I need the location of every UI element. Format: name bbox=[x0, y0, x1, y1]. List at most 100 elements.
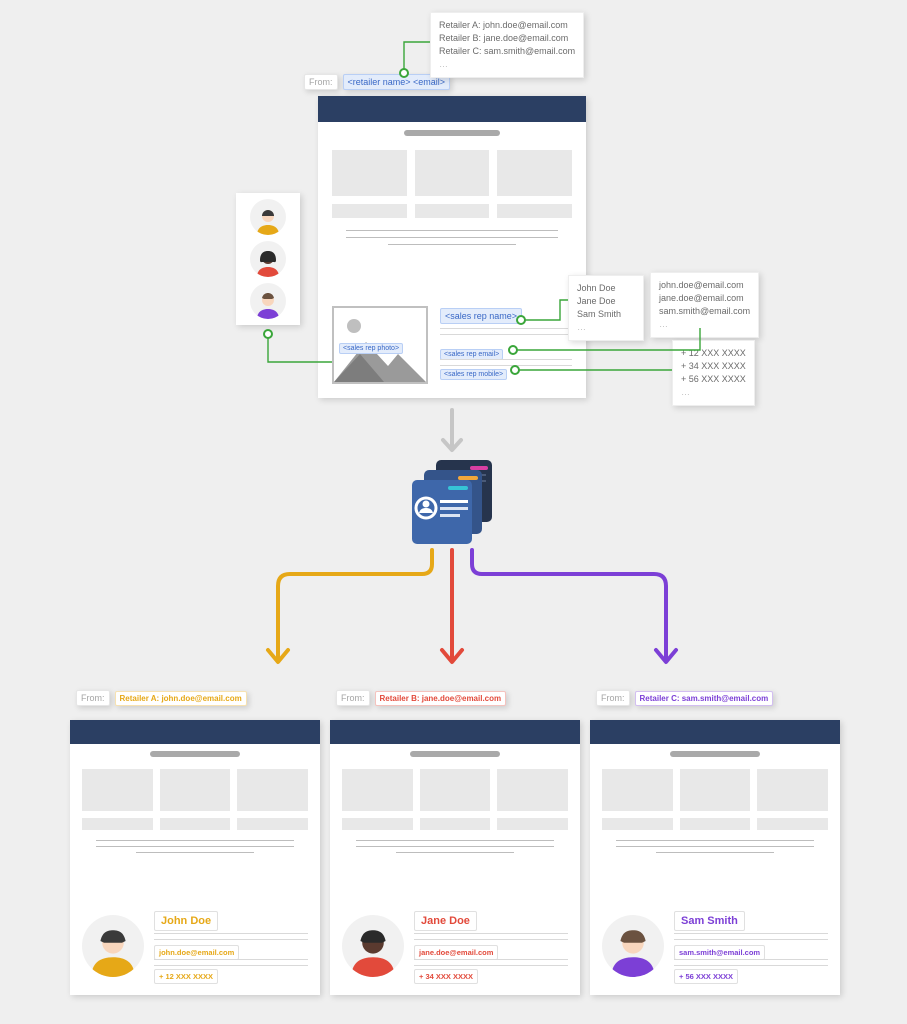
result-mobile: + 12 XXX XXXX bbox=[154, 969, 218, 984]
text-line bbox=[346, 230, 558, 231]
tooltip-line: sam.smith@email.com bbox=[659, 305, 750, 318]
connector-dot bbox=[510, 365, 520, 375]
content-block-sm bbox=[160, 818, 231, 830]
email-header-bar bbox=[590, 720, 840, 744]
tooltip-line: jane.doe@email.com bbox=[659, 292, 750, 305]
content-block bbox=[415, 150, 490, 196]
sig-mobile-token: <sales rep mobile> bbox=[440, 369, 507, 380]
template-from-row: From: <retailer name> <email> bbox=[304, 74, 450, 90]
tooltip-line: Retailer B: jane.doe@email.com bbox=[439, 32, 575, 45]
sig-grey-line bbox=[674, 965, 828, 966]
branch-arrows bbox=[0, 540, 907, 680]
result-from-row: From: Retailer A: john.doe@email.com bbox=[76, 690, 247, 706]
text-line bbox=[346, 237, 558, 238]
content-block-sm bbox=[237, 818, 308, 830]
result-from-row: From: Retailer C: sam.smith@email.com bbox=[596, 690, 773, 706]
content-block-sm bbox=[757, 818, 828, 830]
names-tooltip: John Doe Jane Doe Sam Smith … bbox=[568, 275, 644, 341]
content-block bbox=[757, 769, 828, 811]
content-block bbox=[497, 769, 568, 811]
arrow-down-icon bbox=[440, 408, 464, 454]
email-header-bar bbox=[318, 96, 586, 122]
tooltip-line: John Doe bbox=[577, 282, 635, 295]
content-block-sm bbox=[680, 818, 751, 830]
text-line bbox=[96, 840, 294, 841]
connector-dot bbox=[508, 345, 518, 355]
content-block-sm bbox=[332, 204, 407, 218]
sig-name-token: <sales rep name> bbox=[440, 308, 522, 324]
content-block-sm bbox=[82, 818, 153, 830]
tooltip-line: + 34 XXX XXXX bbox=[681, 360, 746, 373]
text-line bbox=[356, 840, 554, 841]
result-mobile: + 56 XXX XXXX bbox=[674, 969, 738, 984]
sig-grey-line bbox=[414, 933, 568, 934]
photo-token: <sales rep photo> bbox=[339, 343, 403, 354]
result-name: Jane Doe bbox=[414, 911, 477, 931]
content-block bbox=[237, 769, 308, 811]
from-value: Retailer A: john.doe@email.com bbox=[115, 691, 247, 706]
text-line bbox=[616, 840, 814, 841]
email-header-bar bbox=[330, 720, 580, 744]
connector-dot bbox=[399, 68, 409, 78]
content-block-sm bbox=[497, 204, 572, 218]
from-value: Retailer B: jane.doe@email.com bbox=[375, 691, 507, 706]
avatar-stack-card bbox=[236, 193, 300, 325]
content-block bbox=[332, 150, 407, 196]
result-name: Sam Smith bbox=[674, 911, 745, 931]
content-block-sm bbox=[602, 818, 673, 830]
content-block bbox=[602, 769, 673, 811]
sig-grey-line bbox=[154, 933, 308, 934]
text-line bbox=[96, 846, 294, 847]
result-name: John Doe bbox=[154, 911, 218, 931]
result-avatar bbox=[82, 915, 144, 977]
sig-grey-line bbox=[414, 965, 568, 966]
tooltip-line: + 56 XXX XXXX bbox=[681, 373, 746, 386]
sig-grey-line bbox=[154, 939, 308, 940]
content-block bbox=[497, 150, 572, 196]
text-line bbox=[656, 852, 775, 853]
sig-grey-line bbox=[440, 359, 572, 360]
tooltip-ellipsis: … bbox=[577, 321, 635, 334]
tooltip-ellipsis: … bbox=[681, 386, 746, 399]
text-line bbox=[136, 852, 255, 853]
sig-grey-line bbox=[414, 959, 568, 960]
result-avatar bbox=[602, 915, 664, 977]
avatar-purple bbox=[250, 283, 286, 319]
sig-grey-line bbox=[154, 965, 308, 966]
template-email-card: <sales rep photo> <sales rep name> <sale… bbox=[318, 96, 586, 398]
from-value: Retailer C: sam.smith@email.com bbox=[635, 691, 774, 706]
result-email-card: From: Retailer B: jane.doe@email.com bbox=[330, 720, 580, 995]
mobiles-tooltip: + 12 XXX XXXX + 34 XXX XXXX + 56 XXX XXX… bbox=[672, 340, 755, 406]
from-label: From: bbox=[304, 74, 338, 90]
sales-rep-photo-placeholder: <sales rep photo> bbox=[332, 306, 428, 384]
content-block-sm bbox=[415, 204, 490, 218]
from-label: From: bbox=[596, 690, 630, 706]
content-block-sm bbox=[420, 818, 491, 830]
tooltip-line: Retailer A: john.doe@email.com bbox=[439, 19, 575, 32]
sig-grey-line bbox=[440, 334, 572, 335]
sig-grey-line bbox=[440, 328, 572, 329]
text-line bbox=[616, 846, 814, 847]
contact-folders-icon bbox=[408, 458, 498, 549]
sig-grey-line bbox=[674, 959, 828, 960]
result-email-card: From: Retailer A: john.doe@email.com bbox=[70, 720, 320, 995]
tooltip-line: Sam Smith bbox=[577, 308, 635, 321]
result-avatar bbox=[342, 915, 404, 977]
result-email: sam.smith@email.com bbox=[674, 945, 765, 960]
sig-grey-line bbox=[674, 933, 828, 934]
avatar-red bbox=[250, 241, 286, 277]
content-block bbox=[160, 769, 231, 811]
content-block bbox=[342, 769, 413, 811]
emails-tooltip: john.doe@email.com jane.doe@email.com sa… bbox=[650, 272, 759, 338]
tooltip-line: Retailer C: sam.smith@email.com bbox=[439, 45, 575, 58]
tooltip-ellipsis: … bbox=[659, 318, 750, 331]
sig-grey-line bbox=[674, 939, 828, 940]
email-header-bar bbox=[70, 720, 320, 744]
result-mobile: + 34 XXX XXXX bbox=[414, 969, 478, 984]
tooltip-ellipsis: … bbox=[439, 58, 575, 71]
text-line bbox=[388, 244, 515, 245]
retailers-tooltip: Retailer A: john.doe@email.com Retailer … bbox=[430, 12, 584, 78]
from-label: From: bbox=[336, 690, 370, 706]
content-block-sm bbox=[497, 818, 568, 830]
result-from-row: From: Retailer B: jane.doe@email.com bbox=[336, 690, 506, 706]
